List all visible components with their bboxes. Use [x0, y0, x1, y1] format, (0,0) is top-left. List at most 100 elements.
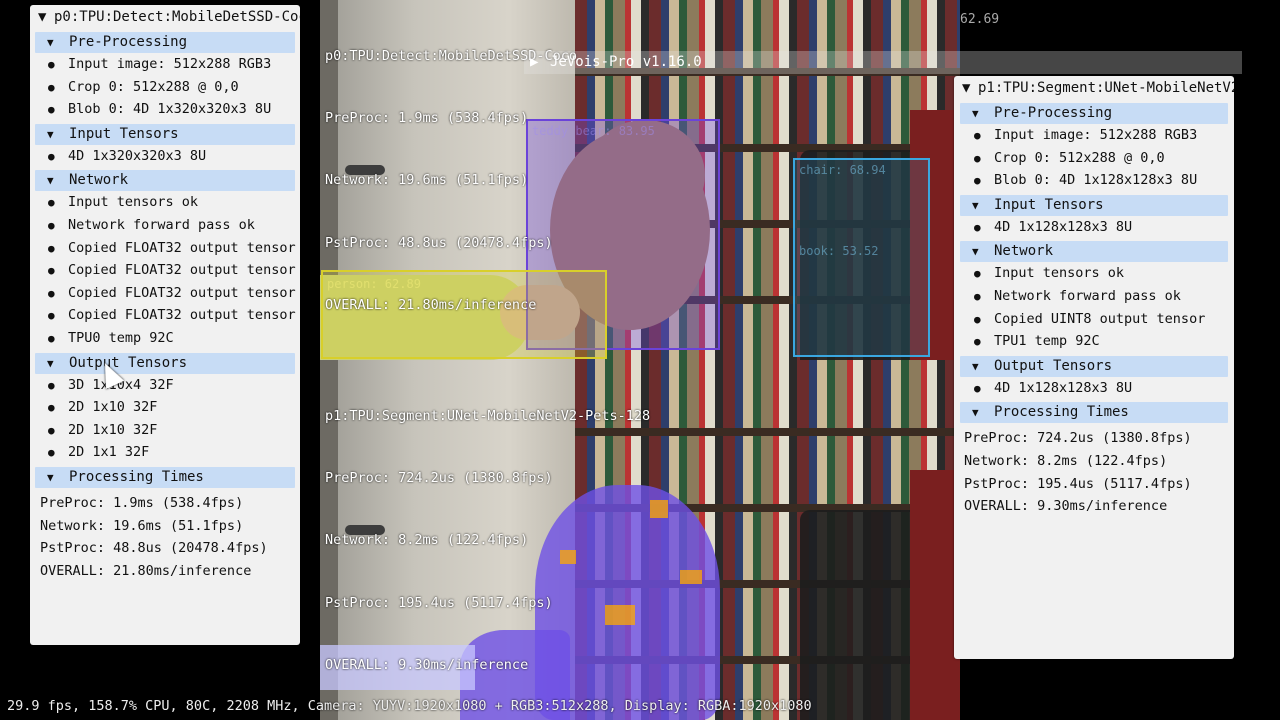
list-item: ● Copied FLOAT32 output tensor — [30, 259, 300, 282]
section-label: Network — [69, 172, 129, 189]
bullet-icon: ● — [48, 241, 55, 255]
section-label: Processing Times — [69, 468, 204, 485]
panel-title[interactable]: ▼ p0:TPU:Detect:MobileDetSSD-Coco — [30, 5, 300, 29]
list-item: ● Copied FLOAT32 output tensor — [30, 304, 300, 327]
bullet-icon: ● — [48, 286, 55, 300]
bullet-icon: ● — [48, 218, 55, 232]
section-label: Input Tensors — [994, 196, 1104, 213]
video-info-line: OVERALL: 9.30ms/inference — [325, 657, 529, 674]
bullet-icon: ● — [974, 220, 981, 234]
section-header-pre-processing[interactable]: ▼ Pre-Processing — [35, 32, 295, 53]
list-item: ● Input tensors ok — [30, 191, 300, 214]
timing-line: PstProc: 48.8us (20478.4fps) — [40, 540, 268, 557]
bullet-icon: ● — [48, 264, 55, 278]
section-header-output-tensors[interactable]: ▼ Output Tensors — [35, 352, 295, 374]
list-item: ● 2D 1x10 32F — [30, 419, 300, 442]
timing-line: Network: 8.2ms (122.4fps) — [964, 452, 1168, 469]
panel-title-label: p1:TPU:Segment:UNet-MobileNetV2-Pets-128 — [978, 80, 1234, 96]
bullet-icon: ● — [48, 401, 55, 415]
collapse-arrow-icon: ▼ — [47, 36, 54, 49]
bullet-icon: ● — [48, 309, 55, 323]
section-label: Output Tensors — [69, 354, 188, 371]
bullet-icon: ● — [48, 149, 55, 163]
section-label: Network — [994, 243, 1054, 260]
detection-label: chair: 68.94 — [799, 163, 886, 177]
timing-line: PstProc: 195.4us (5117.4fps) — [964, 475, 1192, 492]
bullet-icon: ● — [48, 331, 55, 345]
section-header-output-tensors[interactable]: ▼ Output Tensors — [960, 355, 1228, 377]
bullet-icon: ● — [48, 446, 55, 460]
pipeline-panel-p0[interactable]: ▼ p0:TPU:Detect:MobileDetSSD-Coco ▼ Pre-Pr… — [30, 5, 300, 645]
section-label: Pre-Processing — [994, 105, 1113, 121]
collapse-arrow-icon: ▼ — [47, 174, 54, 188]
bullet-icon: ● — [48, 103, 55, 117]
bullet-icon: ● — [48, 423, 55, 437]
section-header-network[interactable]: ▼ Network — [960, 241, 1228, 263]
section-header-processing-times[interactable]: ▼ Processing Times — [960, 402, 1228, 424]
video-info-line: PstProc: 48.8us (20478.4fps) — [325, 234, 553, 251]
section-label: Processing Times — [994, 404, 1129, 421]
collapse-arrow-icon: ▼ — [47, 356, 54, 370]
bullet-icon: ● — [974, 174, 981, 188]
timing-line: OVERALL: 21.80ms/inference — [40, 562, 252, 579]
section-header-network[interactable]: ▼ Network — [35, 170, 295, 192]
list-item: ● 4D 1x320x320x3 8U — [30, 145, 300, 168]
panel-title-label: p0:TPU:Detect:MobileDetSSD-Coco — [54, 9, 300, 25]
collapse-arrow-icon: ▼ — [47, 470, 54, 484]
detection-box-chair: chair: 68.94 book: 53.52 — [793, 158, 930, 357]
bullet-icon: ● — [48, 80, 55, 94]
about-label: JeVois-Pro v1.16.0 — [550, 54, 702, 70]
video-info-bottom: p1:TPU:Segment:UNet-MobileNetV2-Pets-128… — [325, 364, 650, 697]
list-item: ● TPU1 temp 92C — [954, 330, 1234, 353]
section-header-processing-times[interactable]: ▼ Processing Times — [35, 466, 295, 488]
list-item: ● Input image: 512x288 RGB3 — [30, 53, 300, 76]
about-header[interactable]: ▶ JeVois-Pro v1.16.0 — [524, 51, 1242, 74]
section-label: Pre-Processing — [69, 34, 188, 50]
pipeline-panel-p1[interactable]: ▼ p1:TPU:Segment:UNet-MobileNetV2-Pets-12… — [954, 76, 1234, 659]
detection-label: book: 53.52 — [799, 244, 879, 258]
timing-line: PreProc: 724.2us (1380.8fps) — [964, 430, 1192, 447]
list-item: ● Copied FLOAT32 output tensor — [30, 282, 300, 305]
video-info-line: PstProc: 195.4us (5117.4fps) — [325, 594, 553, 611]
list-item: ● Input image: 512x288 RGB3 — [954, 124, 1234, 147]
section-label: Input Tensors — [69, 125, 179, 142]
section-label: Output Tensors — [994, 357, 1113, 374]
section-header-pre-processing[interactable]: ▼ Pre-Processing — [960, 103, 1228, 124]
list-item: ● Network forward pass ok — [954, 285, 1234, 308]
collapse-arrow-icon: ▼ — [47, 127, 54, 141]
collapse-arrow-icon: ▼ — [38, 9, 47, 25]
timing-line: Network: 19.6ms (51.1fps) — [40, 517, 244, 534]
list-item: ● Input tensors ok — [954, 262, 1234, 285]
list-item: ● 4D 1x128x128x3 8U — [954, 216, 1234, 239]
collapse-arrow-icon: ▼ — [972, 406, 979, 420]
bullet-icon: ● — [974, 312, 981, 326]
list-item: ● Copied FLOAT32 output tensor — [30, 237, 300, 260]
timing-line: OVERALL: 9.30ms/inference — [964, 498, 1168, 515]
expand-arrow-icon: ▶ — [530, 54, 539, 70]
bullet-icon: ● — [974, 267, 981, 281]
video-info-line: p1:TPU:Segment:UNet-MobileNetV2-Pets-128 — [325, 407, 651, 424]
section-header-input-tensors[interactable]: ▼ Input Tensors — [960, 194, 1228, 216]
collapse-arrow-icon: ▼ — [962, 80, 971, 96]
list-item: ● Copied UINT8 output tensor — [954, 308, 1234, 331]
bullet-icon: ● — [974, 129, 981, 142]
section-header-input-tensors[interactable]: ▼ Input Tensors — [35, 123, 295, 145]
list-item: ● 2D 1x1 32F — [30, 441, 300, 464]
video-info-line: PreProc: 1.9ms (538.4fps) — [325, 109, 529, 126]
bullet-icon: ● — [974, 335, 981, 349]
panel-title[interactable]: ▼ p1:TPU:Segment:UNet-MobileNetV2-Pets-12… — [954, 76, 1234, 100]
collapse-arrow-icon: ▼ — [972, 245, 979, 259]
list-item: ● 2D 1x10 32F — [30, 396, 300, 419]
list-item: ● Blob 0: 4D 1x320x320x3 8U — [30, 98, 300, 121]
corner-readout: 62.69 — [960, 12, 1000, 27]
bullet-icon: ● — [48, 378, 55, 392]
list-item: ● Network forward pass ok — [30, 214, 300, 237]
bullet-icon: ● — [974, 151, 981, 165]
status-bar: 29.9 fps, 158.7% CPU, 80C, 2208 MHz, Cam… — [7, 698, 812, 714]
list-item: ● 3D 1x10x4 32F — [30, 374, 300, 397]
video-info-line: Network: 8.2ms (122.4fps) — [325, 532, 529, 549]
collapse-arrow-icon: ▼ — [972, 198, 979, 212]
bullet-icon: ● — [974, 289, 981, 303]
list-item: ● Crop 0: 512x288 @ 0,0 — [954, 147, 1234, 170]
list-item: ● Crop 0: 512x288 @ 0,0 — [30, 76, 300, 99]
